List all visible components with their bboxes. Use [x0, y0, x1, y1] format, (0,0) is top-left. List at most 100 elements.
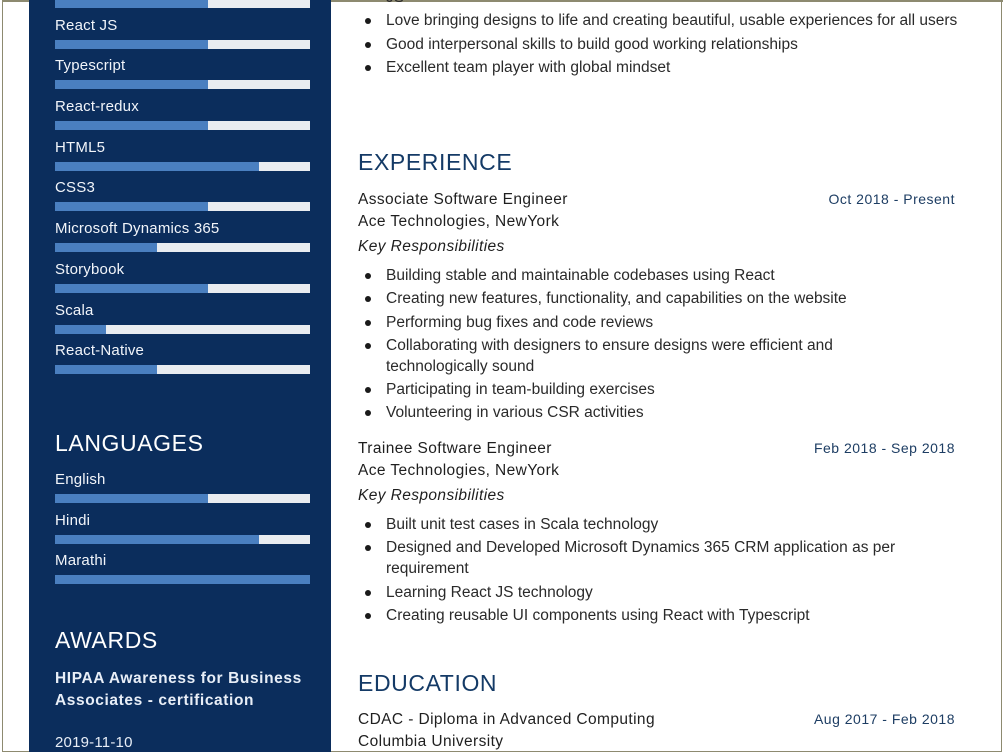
- skill-label: CSS3: [55, 179, 95, 197]
- bullet-dot-icon: [365, 319, 371, 326]
- languages-list: English Hindi Marathi: [55, 471, 310, 593]
- skill-label: React-Native: [55, 342, 145, 360]
- job-bullet-text: Learning React JS technology: [386, 583, 593, 601]
- summary-bullet-text: Excellent team player with global mindse…: [386, 58, 671, 76]
- skill-label: Storybook: [55, 260, 125, 278]
- education-degree: CDAC - Diploma in Advanced Computing: [358, 711, 655, 728]
- education-heading: EDUCATION: [358, 670, 498, 696]
- job-bullet-text: Volunteering in various CSR activities: [386, 404, 644, 422]
- job-bullet-text: Creating new features, functionality, an…: [386, 290, 847, 308]
- summary-bullets: JS Love bringing designs to life and cre…: [358, 0, 958, 80]
- skill-label: Scala: [55, 301, 94, 319]
- job-date: Feb 2018 - Sep 2018: [813, 440, 955, 456]
- award-date: 2019-11-10: [55, 734, 133, 751]
- bullet-dot-icon: [365, 545, 371, 552]
- job-bullet: Learning React JS technology: [358, 582, 958, 603]
- language-label: Marathi: [55, 552, 107, 570]
- skill-bar-fill: [55, 39, 208, 49]
- job-title: Trainee Software Engineer: [358, 440, 552, 457]
- job-bullets: Built unit test cases in Scala technolog…: [358, 514, 958, 628]
- skill-bar: [55, 0, 310, 8]
- language-item: Hindi: [55, 512, 310, 553]
- skill-bar-fill: [55, 0, 208, 8]
- job-bullet: Creating reusable UI components using Re…: [358, 605, 958, 626]
- skill-bar: [55, 243, 310, 253]
- languages-heading: LANGUAGES: [55, 430, 204, 456]
- skill-item: React JS: [55, 17, 310, 58]
- job-bullet-text: Building stable and maintainable codebas…: [386, 267, 775, 284]
- language-item: English: [55, 471, 310, 512]
- sidebar: Javascript React JS Typescript React-red…: [29, 0, 331, 752]
- summary-continuation: JS: [358, 0, 958, 8]
- skill-item: Storybook: [55, 261, 310, 302]
- job-bullet: Built unit test cases in Scala technolog…: [358, 514, 958, 535]
- bullet-dot-icon: [365, 387, 371, 394]
- award-title: HIPAA Awareness for Business Associates …: [55, 670, 302, 709]
- job-bullet-text: Creating reusable UI components using Re…: [386, 606, 810, 624]
- skill-bar-fill: [55, 283, 208, 293]
- summary-bullet: Excellent team player with global mindse…: [358, 57, 958, 78]
- skill-label: Typescript: [55, 57, 126, 75]
- skill-item: React-Native: [55, 342, 310, 383]
- language-item: Marathi: [55, 552, 310, 593]
- summary-bullet: Good interpersonal skills to build good …: [358, 34, 958, 55]
- job-bullet: Building stable and maintainable codebas…: [358, 265, 958, 286]
- bullet-dot-icon: [365, 589, 371, 596]
- skill-bar-fill: [55, 80, 208, 90]
- skill-item: Scala: [55, 302, 310, 343]
- skill-item: Javascript: [55, 0, 310, 17]
- skill-bar: [55, 161, 310, 171]
- job-bullet: Designed and Developed Microsoft Dynamic…: [358, 537, 958, 579]
- skill-label: React JS: [55, 16, 118, 34]
- language-bar-fill: [55, 534, 259, 544]
- bullet-dot-icon: [365, 342, 371, 349]
- job-bullet-text: Collaborating with designers to ensure d…: [386, 336, 833, 375]
- main-content: JS Love bringing designs to life and cre…: [358, 0, 958, 752]
- skill-item: React-redux: [55, 98, 310, 139]
- job-bullet: Collaborating with designers to ensure d…: [358, 335, 931, 377]
- skill-label: Microsoft Dynamics 365: [55, 220, 220, 238]
- job-date: Oct 2018 - Present: [828, 191, 955, 207]
- skill-bar: [55, 39, 310, 49]
- bullet-dot-icon: [365, 64, 371, 71]
- skill-bar-fill: [55, 324, 106, 334]
- skills-list: Javascript React JS Typescript React-red…: [55, 0, 310, 383]
- language-bar-fill: [55, 494, 208, 503]
- skill-bar: [55, 202, 310, 212]
- bullet-dot-icon: [365, 41, 371, 48]
- job-bullet: Performing bug fixes and code reviews: [358, 312, 958, 333]
- bullet-dot-icon: [365, 410, 371, 417]
- job-bullet: Participating in team-building exercises: [358, 379, 958, 400]
- bullet-dot-icon: [365, 612, 371, 619]
- skill-bar: [55, 324, 310, 334]
- education-date: Aug 2017 - Feb 2018: [813, 711, 955, 727]
- summary-bullet-text: Good interpersonal skills to build good …: [386, 35, 798, 53]
- skill-label: React-redux: [55, 98, 139, 116]
- skill-item: Microsoft Dynamics 365: [55, 220, 310, 261]
- skill-item: Typescript: [55, 57, 310, 98]
- job-bullet-text: Built unit test cases in Scala technolog…: [386, 516, 659, 533]
- job-bullet-text: Participating in team-building exercises: [386, 381, 655, 399]
- summary-partial-text: JS: [386, 0, 404, 6]
- bullet-dot-icon: [365, 296, 371, 303]
- skill-bar-fill: [55, 243, 157, 253]
- experience-heading: EXPERIENCE: [358, 149, 513, 175]
- bullet-dot-icon: [365, 522, 371, 528]
- summary-bullet: Love bringing designs to life and creati…: [358, 10, 958, 31]
- job-subheading: Key Responsibilities: [358, 487, 505, 504]
- job-title: Associate Software Engineer: [358, 191, 568, 208]
- language-bar: [55, 534, 310, 544]
- skill-bar-fill: [55, 202, 208, 212]
- language-bar: [55, 575, 310, 585]
- skill-bar-fill: [55, 161, 259, 171]
- skill-label: HTML5: [55, 138, 106, 156]
- job-company: Ace Technologies, NewYork: [358, 462, 560, 479]
- skill-bar-fill: [55, 121, 208, 131]
- education-school: Columbia University: [358, 733, 504, 750]
- job-bullet: Creating new features, functionality, an…: [358, 288, 958, 309]
- skill-bar: [55, 365, 310, 375]
- skill-bar: [55, 121, 310, 131]
- job-subheading: Key Responsibilities: [358, 238, 505, 255]
- skill-item: HTML5: [55, 139, 310, 180]
- job-company: Ace Technologies, NewYork: [358, 213, 560, 230]
